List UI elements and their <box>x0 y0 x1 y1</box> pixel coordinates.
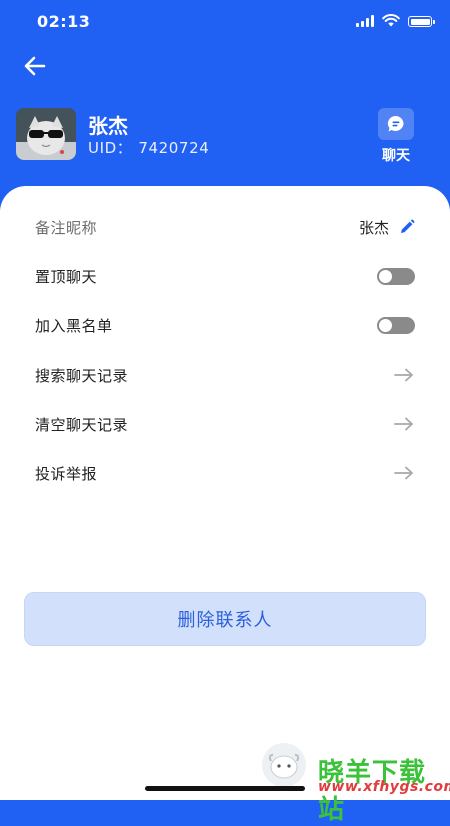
pin-chat-label: 置顶聊天 <box>35 267 98 286</box>
report-label: 投诉举报 <box>35 464 98 483</box>
contact-name: 张杰 <box>88 114 128 138</box>
back-arrow-icon[interactable] <box>22 54 48 78</box>
blacklist-toggle[interactable] <box>377 316 415 334</box>
wifi-icon <box>382 14 400 27</box>
blacklist-label: 加入黑名单 <box>35 316 113 335</box>
remark-value-wrap: 张杰 <box>359 217 415 238</box>
uid-value: 7420724 <box>138 139 210 157</box>
signal-icon <box>356 14 374 27</box>
delete-contact-button[interactable]: 删除联系人 <box>24 592 426 646</box>
edit-pencil-icon[interactable] <box>399 219 415 235</box>
contact-uid: UID： 7420724 <box>88 137 209 158</box>
avatar-image <box>16 108 76 160</box>
chat-label: 聊天 <box>382 148 410 164</box>
report-row[interactable]: 投诉举报 <box>35 458 415 488</box>
clear-history-row[interactable]: 清空聊天记录 <box>35 409 415 439</box>
home-indicator <box>145 786 305 791</box>
search-history-label: 搜索聊天记录 <box>35 366 129 385</box>
profile-header: 02:13 张杰 UID： 7420724 聊天 <box>0 0 450 200</box>
remark-value: 张杰 <box>358 218 389 237</box>
status-icons <box>356 14 435 27</box>
remark-label: 备注昵称 <box>35 218 98 237</box>
arrow-right-icon <box>394 368 413 382</box>
remark-row[interactable]: 备注昵称 张杰 <box>35 212 415 242</box>
avatar[interactable] <box>16 108 76 160</box>
pin-chat-toggle[interactable] <box>377 267 415 285</box>
status-time: 02:13 <box>37 12 91 31</box>
pin-chat-row: 置顶聊天 <box>35 261 415 291</box>
uid-label: UID： <box>88 139 133 157</box>
search-history-row[interactable]: 搜索聊天记录 <box>35 360 415 390</box>
blacklist-row: 加入黑名单 <box>35 310 415 340</box>
battery-icon <box>408 16 435 27</box>
clear-history-label: 清空聊天记录 <box>35 415 129 434</box>
settings-sheet: 备注昵称 张杰 置顶聊天 加入黑名单 搜索聊天记录 清空聊天记录 投诉举报 <box>0 186 450 800</box>
arrow-right-icon <box>394 417 413 431</box>
watermark-url: www.xfhygs.com <box>318 779 450 795</box>
arrow-right-icon <box>394 466 413 480</box>
chat-bubble-icon <box>378 108 414 140</box>
chat-button[interactable]: 聊天 <box>374 108 418 164</box>
watermark-logo <box>262 743 306 787</box>
